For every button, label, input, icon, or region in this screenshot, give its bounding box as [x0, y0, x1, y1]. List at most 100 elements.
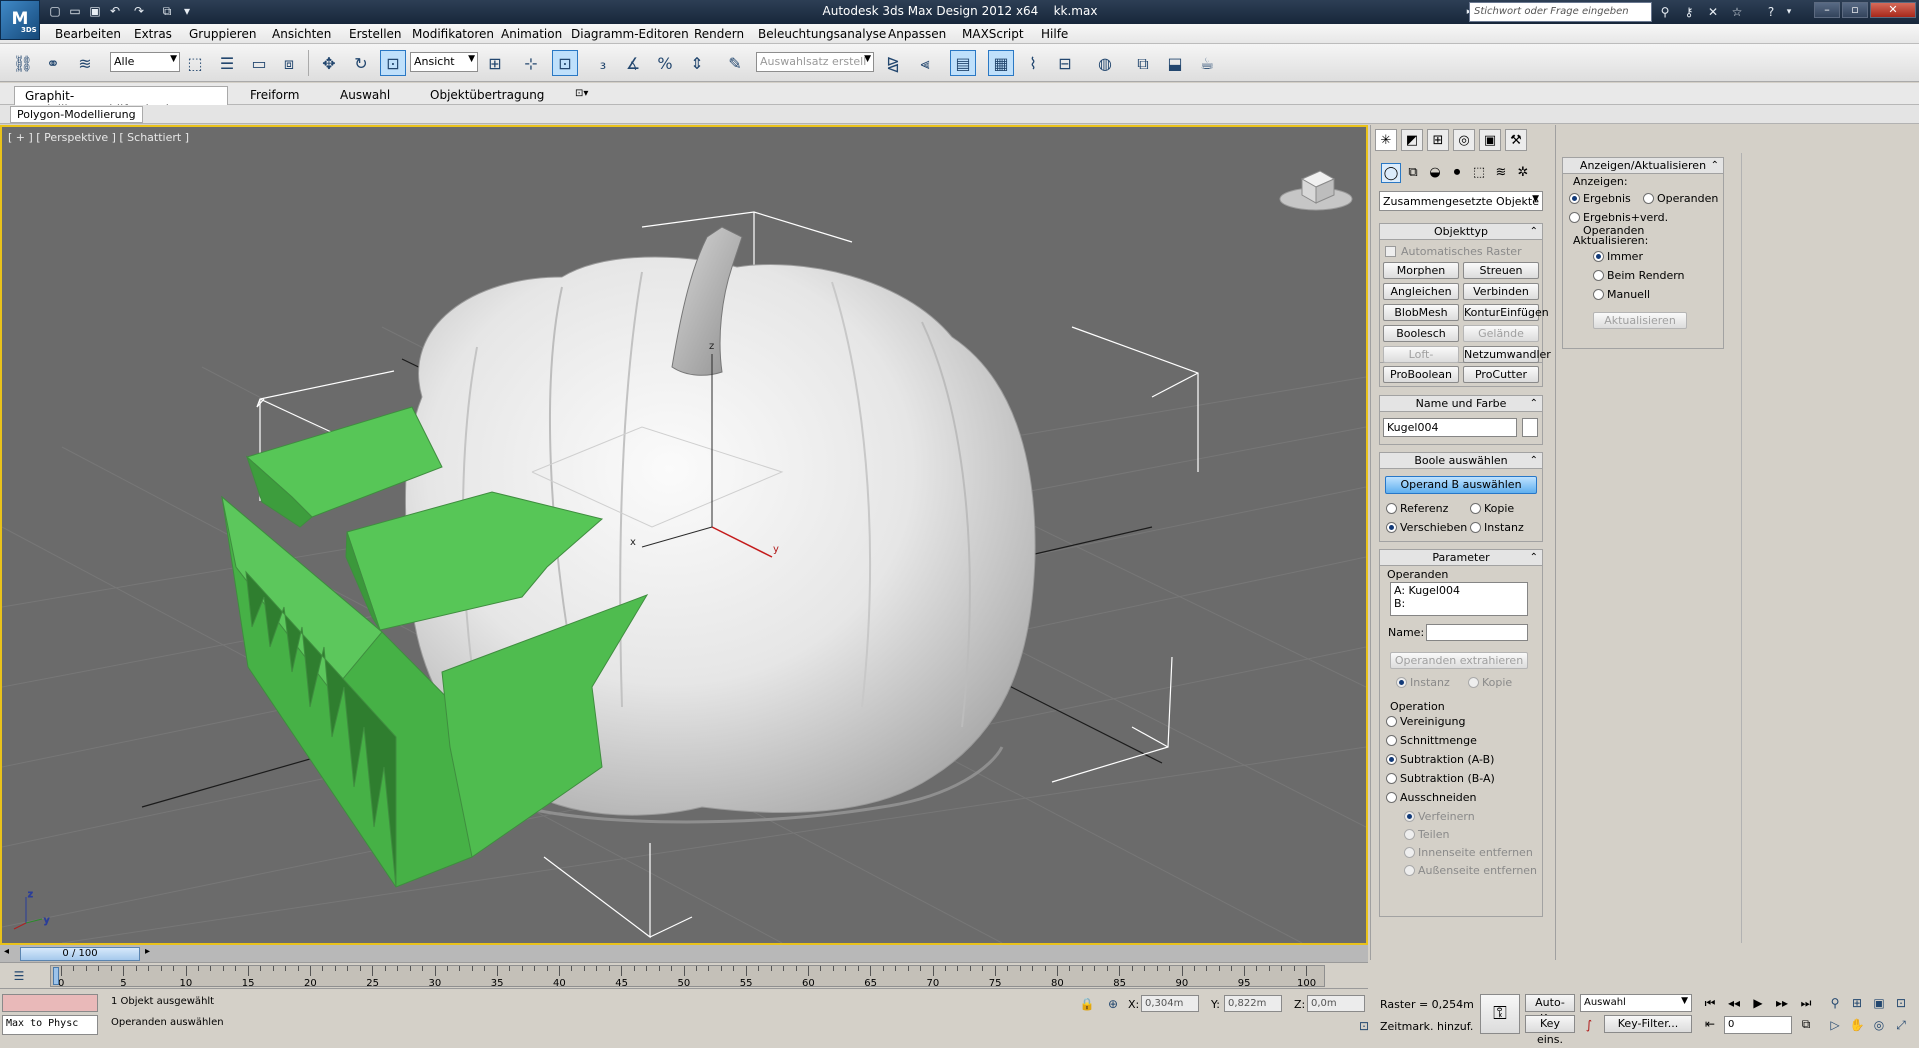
key-mode-dropdown[interactable]: Auswahl ▼: [1580, 994, 1692, 1012]
edit-named-selection-icon[interactable]: ✎: [722, 50, 748, 76]
pivot-center-icon[interactable]: ⊞: [482, 50, 508, 76]
quick-access-dropdown-icon[interactable]: ▾: [178, 3, 196, 20]
menu-erstellen[interactable]: Erstellen: [349, 27, 402, 41]
key-filter-button[interactable]: Key-Filter...: [1604, 1015, 1692, 1033]
operanden-list[interactable]: A: Kugel004 B:: [1390, 582, 1528, 616]
subscription-center-icon[interactable]: ⚷: [1680, 3, 1698, 21]
time-tag-icon[interactable]: ⊡: [1355, 1017, 1373, 1035]
align-icon[interactable]: ⫷: [912, 50, 938, 76]
selection-filter-dropdown[interactable]: Alle ▼: [110, 52, 180, 72]
verbinden-button[interactable]: Verbinden: [1463, 283, 1539, 300]
ergebnis-verd-radio[interactable]: [1569, 212, 1580, 223]
percent-snap-icon[interactable]: %: [652, 50, 678, 76]
menu-maxscript[interactable]: MAXScript: [962, 27, 1024, 41]
select-and-move-icon[interactable]: ✥: [316, 50, 342, 76]
operand-b-item[interactable]: B:: [1394, 597, 1524, 610]
maxscript-input[interactable]: Max to Physc: [2, 1015, 98, 1035]
menu-extras[interactable]: Extras: [134, 27, 172, 41]
select-and-rotate-icon[interactable]: ↻: [348, 50, 374, 76]
previous-frame-icon[interactable]: ◂◂: [1724, 994, 1744, 1012]
set-key-button[interactable]: Key eins.: [1525, 1015, 1575, 1046]
window-crossing-icon[interactable]: ⧈: [276, 50, 302, 76]
manuell-radio[interactable]: [1593, 289, 1604, 300]
frame-track[interactable]: 0 5 10 15 20 25 30 35 40 45 50 55 60 65 70 75 80 85 90 95 10…: [50, 965, 1325, 989]
time-slider[interactable]: 0 / 100: [20, 947, 140, 961]
communication-center-icon[interactable]: ✕: [1704, 3, 1722, 21]
operanden-extrahieren-button[interactable]: Operanden extrahieren: [1390, 652, 1528, 669]
graphite-ribbon-icon[interactable]: ▦: [988, 50, 1014, 76]
loft-extrusion-button[interactable]: Loft-Extrusion: [1383, 346, 1459, 376]
curve-editor-mini-icon[interactable]: ☰: [10, 967, 28, 985]
maximize-button[interactable]: ▫: [1842, 2, 1868, 18]
help-dropdown-icon[interactable]: ▾: [1780, 3, 1798, 21]
helpers-icon[interactable]: ⬚: [1469, 163, 1489, 183]
blobmesh-button[interactable]: BlobMesh: [1383, 304, 1459, 321]
next-frame-icon[interactable]: ▸▸: [1772, 994, 1792, 1012]
polygon-modellierung-label[interactable]: Polygon-Modellierung: [10, 106, 143, 123]
verfeinern-radio[interactable]: [1404, 811, 1415, 822]
menu-gruppieren[interactable]: Gruppieren: [189, 27, 256, 41]
innenseite-entfernen-radio[interactable]: [1404, 847, 1415, 858]
snaps-toggle-icon[interactable]: ₃: [590, 50, 616, 76]
shapes-icon[interactable]: ⧉: [1403, 163, 1423, 183]
space-warps-icon[interactable]: ≋: [1491, 163, 1511, 183]
new-file-icon[interactable]: ▢: [46, 3, 64, 20]
tab-graphit-modellierung[interactable]: Graphit-Modellierungshilfsmittel: [14, 86, 228, 117]
open-file-icon[interactable]: ▭: [66, 3, 84, 20]
default-tangents-icon[interactable]: ∫: [1580, 1016, 1598, 1034]
reference-coordinate-dropdown[interactable]: Ansicht ▼: [410, 52, 478, 72]
save-icon[interactable]: ▣: [86, 3, 104, 20]
y-coord-field[interactable]: 0,822m: [1224, 995, 1282, 1012]
object-color-swatch[interactable]: [1522, 418, 1538, 437]
menu-animation[interactable]: Animation: [501, 27, 562, 41]
vereinigung-radio[interactable]: [1386, 716, 1397, 727]
render-setup-icon[interactable]: ⧉: [1130, 50, 1156, 76]
link-icon[interactable]: ⛓: [10, 50, 36, 76]
help-search-input[interactable]: Stichwort oder Frage eingeben: [1469, 2, 1652, 22]
menu-anpassen[interactable]: Anpassen: [888, 27, 946, 41]
angleichen-button[interactable]: Angleichen: [1383, 283, 1459, 300]
boole-header[interactable]: Boole auswählen ⌃: [1380, 453, 1542, 469]
binoculars-icon[interactable]: ⚲: [1656, 3, 1674, 21]
spinner-snap-icon[interactable]: ⇕: [684, 50, 710, 76]
maxscript-listener-mini[interactable]: [2, 994, 98, 1012]
cameras-icon[interactable]: ⏺: [1447, 163, 1467, 183]
help-icon[interactable]: ?: [1762, 3, 1780, 21]
ausschneiden-radio[interactable]: [1386, 792, 1397, 803]
kopie-radio[interactable]: [1470, 503, 1481, 514]
add-time-tag-label[interactable]: Zeitmark. hinzuf.: [1380, 1020, 1473, 1033]
operand-name-field[interactable]: [1426, 624, 1528, 641]
create-tab-icon[interactable]: ✳: [1375, 129, 1397, 151]
render-production-icon[interactable]: ☕: [1194, 50, 1220, 76]
absolute-mode-icon[interactable]: ⊕: [1104, 995, 1122, 1013]
category-dropdown[interactable]: Zusammengesetzte Objekte ▼: [1379, 191, 1543, 211]
subtraktion-ba-radio[interactable]: [1386, 773, 1397, 784]
rect-selection-region-icon[interactable]: ▭: [246, 50, 272, 76]
play-icon[interactable]: ▶: [1748, 994, 1768, 1012]
x-coord-field[interactable]: 0,304m: [1141, 995, 1199, 1012]
parameter-header[interactable]: Parameter ⌃: [1380, 550, 1542, 566]
minimize-button[interactable]: –: [1814, 2, 1840, 18]
beim-rendern-radio[interactable]: [1593, 270, 1604, 281]
redo-icon[interactable]: ↷: [130, 3, 148, 20]
aussenseite-entfernen-radio[interactable]: [1404, 865, 1415, 876]
teilen-radio[interactable]: [1404, 829, 1415, 840]
close-button[interactable]: ✕: [1870, 2, 1916, 18]
anzeigen-aktualisieren-header[interactable]: Anzeigen/Aktualisieren ⌃: [1563, 158, 1723, 174]
named-selection-set-dropdown[interactable]: Auswahlsatz erstell ▼: [756, 52, 874, 72]
set-key-icon[interactable]: ⚿: [1480, 994, 1520, 1034]
select-object-icon[interactable]: ⬚: [182, 50, 208, 76]
key-mode-toggle-icon[interactable]: ⇤: [1700, 1015, 1720, 1033]
zoom-extents-icon[interactable]: ▣: [1870, 994, 1888, 1012]
proboolean-button[interactable]: ProBoolean: [1383, 366, 1459, 383]
angle-snap-icon[interactable]: ∡: [620, 50, 646, 76]
boolesch-button[interactable]: Boolesch: [1383, 325, 1459, 342]
curve-editor-icon[interactable]: ⌇: [1020, 50, 1046, 76]
display-tab-icon[interactable]: ▣: [1479, 129, 1501, 151]
bind-space-warp-icon[interactable]: ≋: [72, 50, 98, 76]
material-editor-icon[interactable]: ◍: [1092, 50, 1118, 76]
perspective-viewport[interactable]: [ + ] [ Perspektive ] [ Schattiert ] z y…: [0, 125, 1368, 945]
time-slider-next-icon[interactable]: ▸: [145, 946, 150, 957]
schnittmenge-radio[interactable]: [1386, 735, 1397, 746]
favorites-star-icon[interactable]: ☆: [1728, 3, 1746, 21]
